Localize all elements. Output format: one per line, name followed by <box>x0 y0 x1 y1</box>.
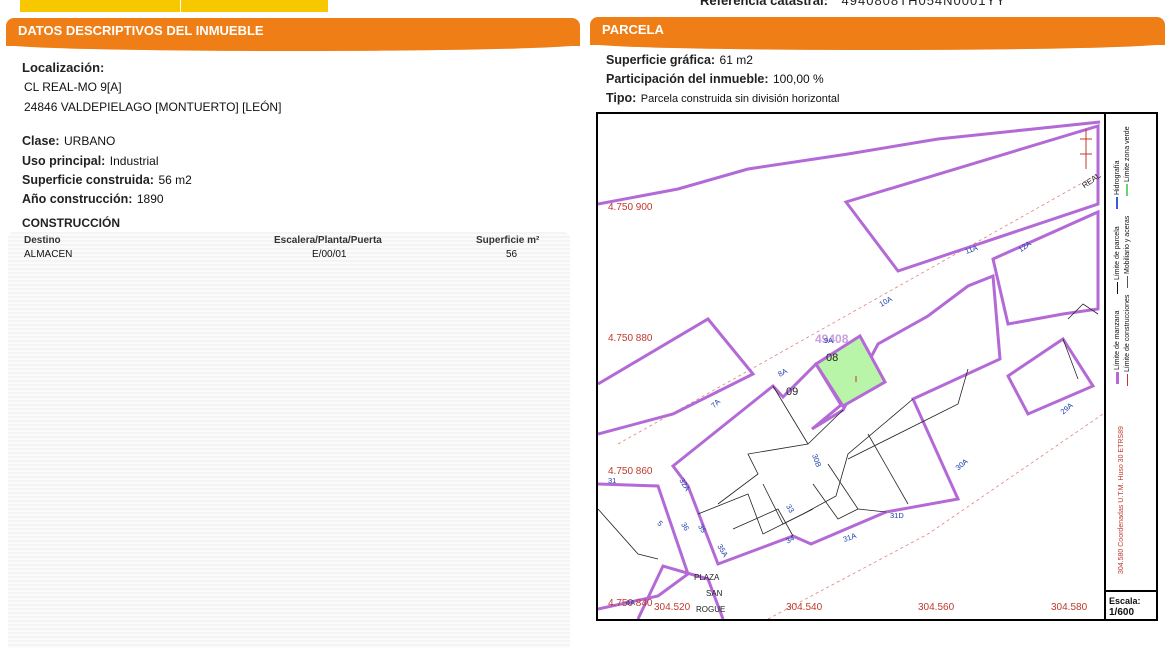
house-number: 31 <box>608 476 617 485</box>
construction-line <box>867 433 909 505</box>
clase-value: URBANO <box>63 134 116 148</box>
legend-coords-note: 304.580 Coordenadas U.T.M. Huso 30 ETRS8… <box>1118 426 1125 574</box>
uso-label: Uso principal: <box>22 154 106 168</box>
legend-hidrografia: Hidrografía <box>1114 160 1121 209</box>
manzana-boundary <box>598 482 690 611</box>
clase-row: Clase: URBANO <box>22 132 115 150</box>
uso-row: Uso principal: Industrial <box>22 152 159 170</box>
uso-value: Industrial <box>109 154 159 168</box>
tipo-value: Parcela construida sin división horizont… <box>640 93 840 105</box>
logo-divider <box>180 0 181 12</box>
sup-grafica-value: 61 m2 <box>719 53 753 67</box>
tipo-row: Tipo: Parcela construida sin división ho… <box>606 89 840 107</box>
legend-swatch <box>1115 372 1119 384</box>
coord-y-1: 4.750 900 <box>608 202 653 213</box>
anio-value: 1890 <box>136 192 164 206</box>
construccion-table: Destino Escalera/Planta/Puerta Superfici… <box>8 232 570 648</box>
parcel-label-09: 09 <box>786 386 799 398</box>
participacion-label: Participación del inmueble: <box>606 72 769 86</box>
coord-y-2: 4.750 880 <box>608 333 653 344</box>
cell-superficie: 56 <box>506 249 518 260</box>
scale-value: 1/600 <box>1109 607 1135 618</box>
legend-parcela: Límite de parcela <box>1114 226 1121 294</box>
street-label-san: SAN <box>706 589 723 598</box>
coord-x-4: 304.580 <box>1051 602 1088 613</box>
legend-manzana: Límite de manzana <box>1114 311 1121 384</box>
participacion-row: Participación del inmueble: 100,00 % <box>606 70 824 88</box>
coord-x-1: 304.520 <box>654 602 691 613</box>
house-number: 6A <box>626 598 636 607</box>
construccion-title: CONSTRUCCIÓN <box>22 216 120 230</box>
sup-grafica-label: Superficie gráfica: <box>606 53 716 67</box>
legend-swatch <box>1126 374 1128 386</box>
manzana-boundary <box>598 120 1101 206</box>
localizacion-label: Localización: <box>22 60 105 75</box>
legend-mobiliario: Mobiliario y aceras <box>1124 216 1131 288</box>
dashed-boundary-line <box>767 413 1104 619</box>
map-drawing <box>598 120 1104 619</box>
legend-swatch <box>1126 184 1129 196</box>
col-header-superficie: Superficie m² <box>476 235 540 246</box>
superficie-row: Superficie construida: 56 m2 <box>22 171 192 189</box>
parcel-label-08: 08 <box>826 352 839 364</box>
coord-x-2: 304.540 <box>786 602 823 613</box>
legend-swatch <box>1116 197 1119 209</box>
construction-line <box>827 463 887 513</box>
legend-construcciones: Límite de construcciones <box>1124 295 1131 386</box>
coord-x-3: 304.560 <box>918 602 955 613</box>
street-label-rogue: ROGUE <box>696 605 726 614</box>
reference-catastral: Referencia catastral: 4940808TH054N0001Y… <box>700 0 1006 8</box>
anio-row: Año construcción: 1890 <box>22 190 164 208</box>
construction-line <box>598 508 659 560</box>
superficie-label: Superficie construida: <box>22 173 154 187</box>
legend-swatch <box>1116 282 1118 294</box>
house-number: 31D <box>890 511 904 520</box>
participacion-value: 100,00 % <box>773 72 824 86</box>
superficie-value: 56 m2 <box>158 173 192 187</box>
manzana-boundary <box>1006 336 1096 416</box>
map-marker-icon <box>1080 129 1092 169</box>
street-label-plaza: PLAZA <box>694 573 720 582</box>
reference-value: 4940808TH054N0001YY <box>841 0 1006 8</box>
address-line2: 24846 VALDEPIELAGO [MONTUERTO] [LEÓN] <box>24 100 282 114</box>
anio-label: Año construcción: <box>22 192 133 206</box>
scale-label: Escala: <box>1109 596 1141 606</box>
address-line1: CL REAL-MO 9[A] <box>24 80 122 94</box>
tipo-label: Tipo: <box>606 91 637 105</box>
reference-label: Referencia catastral: <box>700 0 828 8</box>
construction-line <box>717 409 844 505</box>
cell-destino: ALMACEN <box>24 249 73 260</box>
construction-line <box>732 508 794 537</box>
col-header-escalera: Escalera/Planta/Puerta <box>274 235 382 246</box>
cell-escalera: E/00/01 <box>312 249 347 260</box>
logo-strip <box>20 0 328 12</box>
sup-grafica-row: Superficie gráfica: 61 m2 <box>606 51 753 69</box>
legend-divider <box>1106 590 1156 592</box>
dashed-boundary-line <box>617 173 1099 445</box>
clase-label: Clase: <box>22 134 60 148</box>
house-number: 9A <box>824 336 834 345</box>
section-header-parcela: PARCELA <box>590 17 1165 50</box>
section-header-datos: DATOS DESCRIPTIVOS DEL INMUEBLE <box>6 18 580 51</box>
legend-swatch <box>1126 276 1128 288</box>
highlighted-parcel <box>813 333 888 409</box>
cadastral-map: 4.750 900 4.750 880 4.750 860 4.750 840 … <box>596 112 1158 621</box>
construction-line <box>812 483 859 520</box>
legend-zona-verde: Límite zona verde <box>1124 126 1131 196</box>
manzana-boundary <box>670 273 1002 566</box>
col-header-destino: Destino <box>24 235 61 246</box>
manzana-boundary <box>991 209 1100 326</box>
map-legend: Límite de manzana Límite de construccion… <box>1104 114 1156 619</box>
